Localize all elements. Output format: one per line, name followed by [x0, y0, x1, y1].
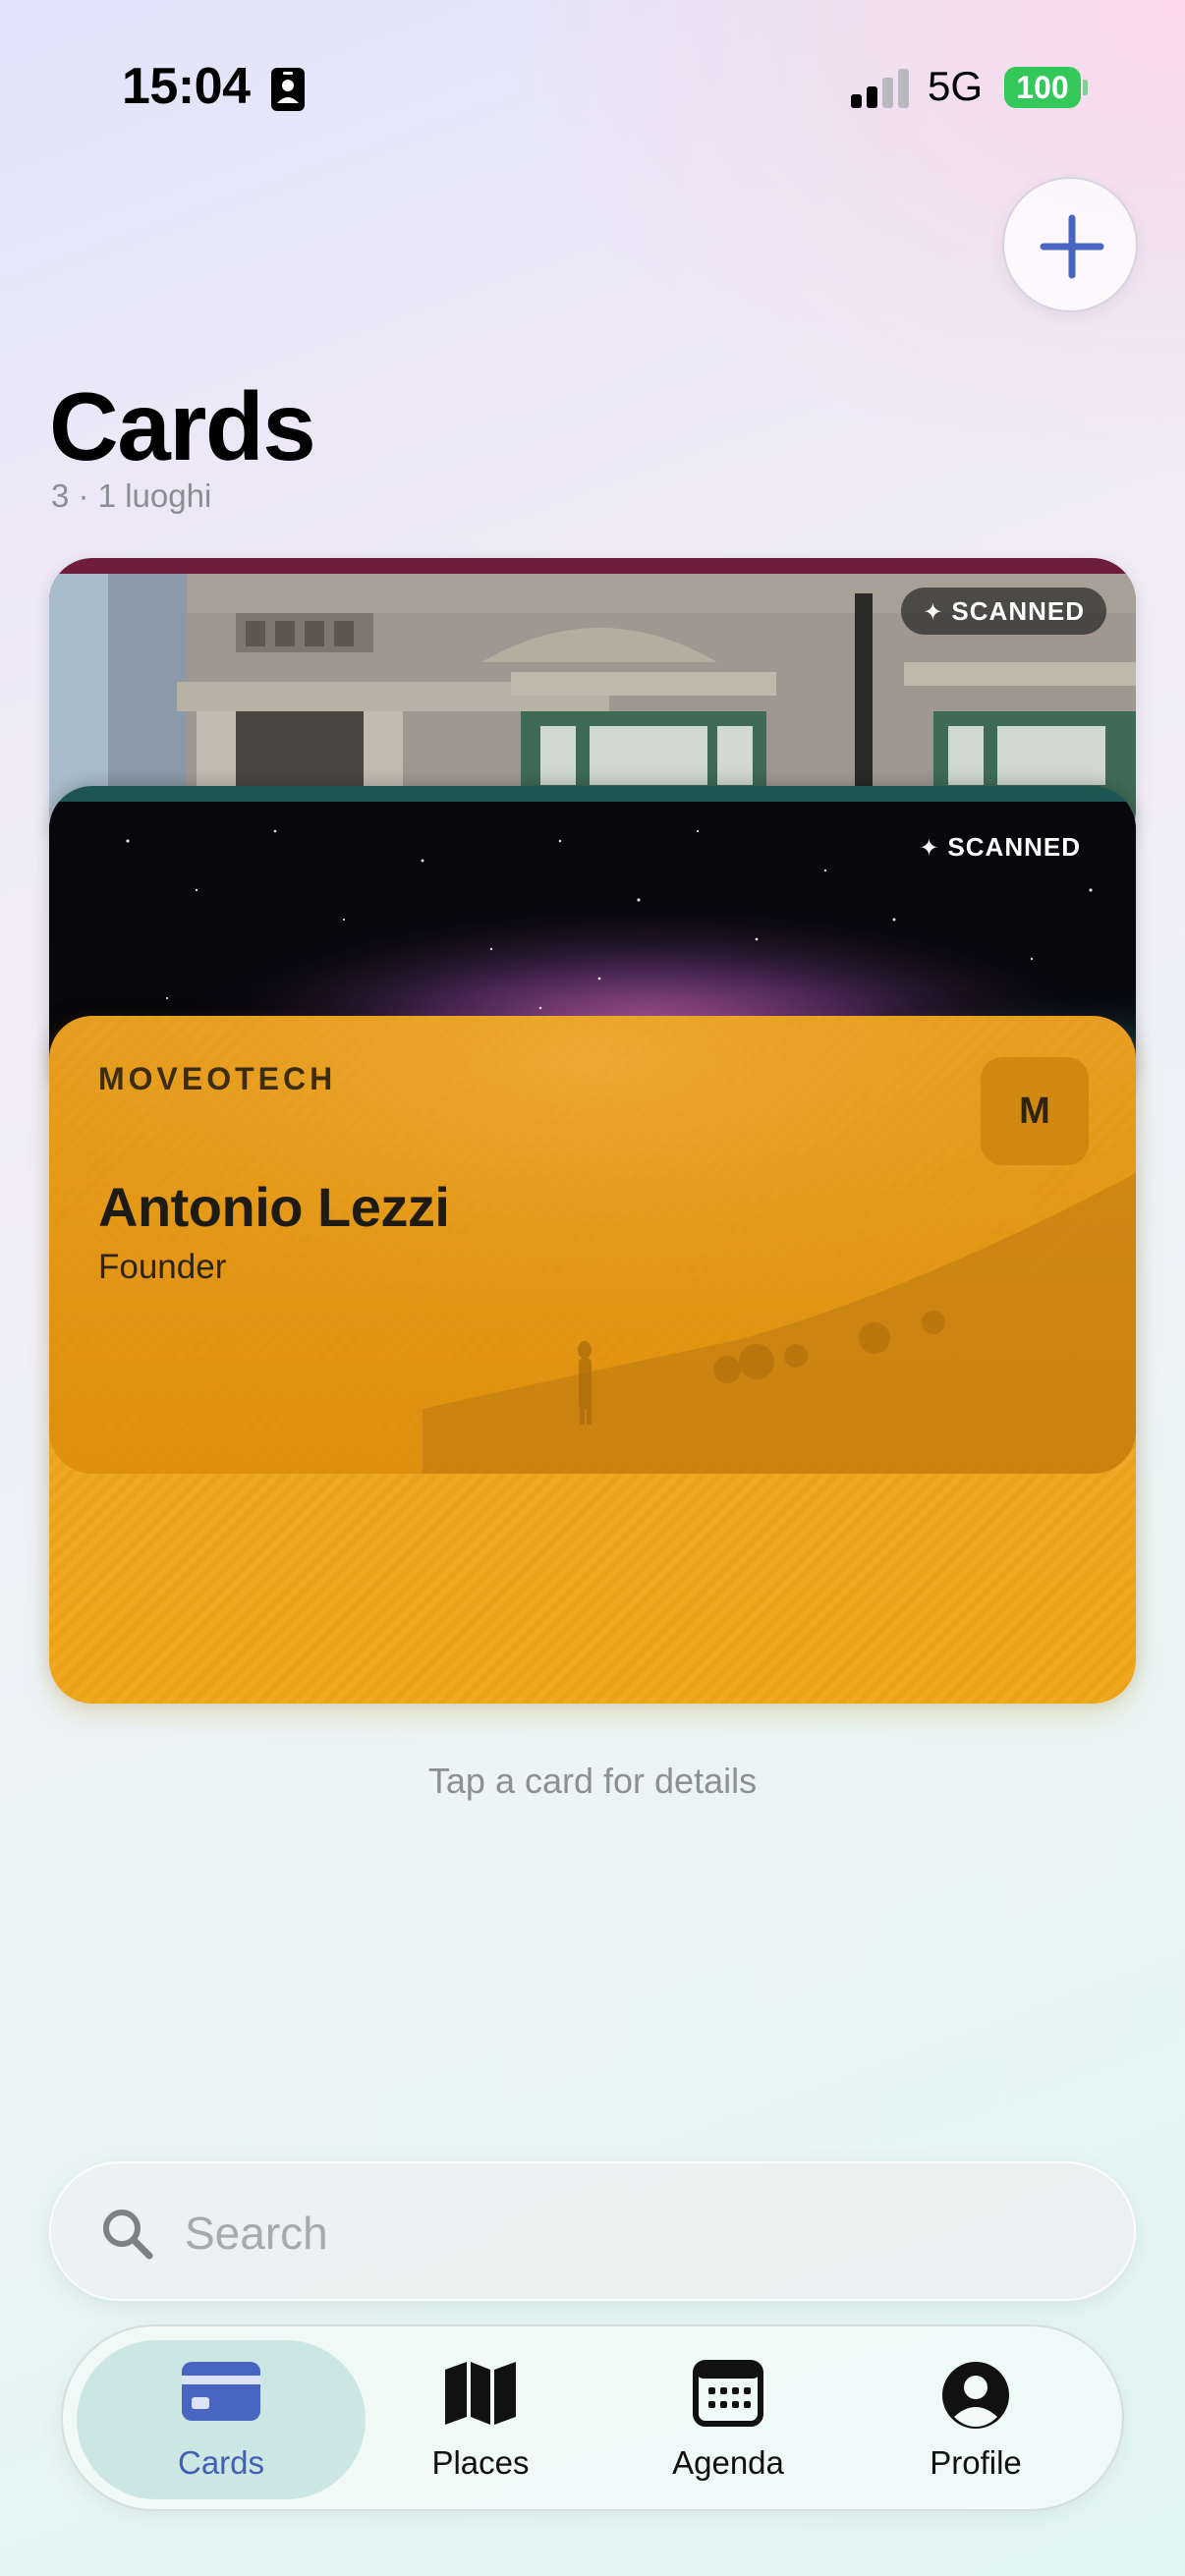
plus-icon [1040, 214, 1104, 279]
network-type: 5G [928, 63, 984, 109]
card-icon [182, 2362, 260, 2421]
card-front-panel: MOVEOTECH M Antonio Lezzi Founder [49, 1016, 1136, 1474]
company-name: MOVEOTECH [98, 1061, 337, 1096]
contact-name: Antonio Lezzi [98, 1176, 450, 1238]
scanned-badge: ✦ SCANNED [919, 832, 1081, 862]
map-icon [445, 2362, 516, 2425]
tab-agenda[interactable]: Agenda [605, 2340, 851, 2499]
calendar-icon [693, 2360, 763, 2427]
tab-profile[interactable]: Profile [853, 2340, 1099, 2499]
tab-agenda-label: Agenda [672, 2444, 784, 2481]
search-input[interactable] [185, 2199, 1069, 2268]
contact-role: Founder [98, 1248, 227, 1286]
add-card-button[interactable] [1002, 177, 1138, 312]
battery-indicator: 100 [1004, 67, 1081, 108]
tab-cards[interactable]: Cards [77, 2340, 366, 2499]
tab-places-label: Places [431, 2444, 530, 2481]
contact-card-icon [271, 68, 305, 111]
page-subtitle: 3 · 1 luoghi [51, 477, 212, 514]
tab-places[interactable]: Places [358, 2340, 603, 2499]
search-icon [103, 2210, 153, 2260]
cellular-signal-icon [851, 69, 909, 108]
company-monogram: M [981, 1057, 1089, 1165]
tab-bar: Cards Places Agenda Profile [61, 2324, 1124, 2511]
page-title: Cards [49, 372, 316, 480]
tap-hint: Tap a card for details [427, 1761, 758, 1801]
status-time: 15:04 [122, 58, 251, 115]
tab-profile-label: Profile [930, 2444, 1022, 2481]
sparkle-icon: ✦ [919, 835, 940, 862]
tab-cards-label: Cards [177, 2444, 265, 2481]
person-circle-icon [942, 2362, 1009, 2429]
business-card-moveotech[interactable]: MOVEOTECH M Antonio Lezzi Founder [49, 1016, 1136, 1704]
battery-tip [1083, 80, 1088, 95]
scanned-badge: ✦ SCANNED [901, 588, 1106, 635]
search-bar[interactable] [49, 2161, 1136, 2301]
sparkle-icon: ✦ [923, 599, 944, 626]
